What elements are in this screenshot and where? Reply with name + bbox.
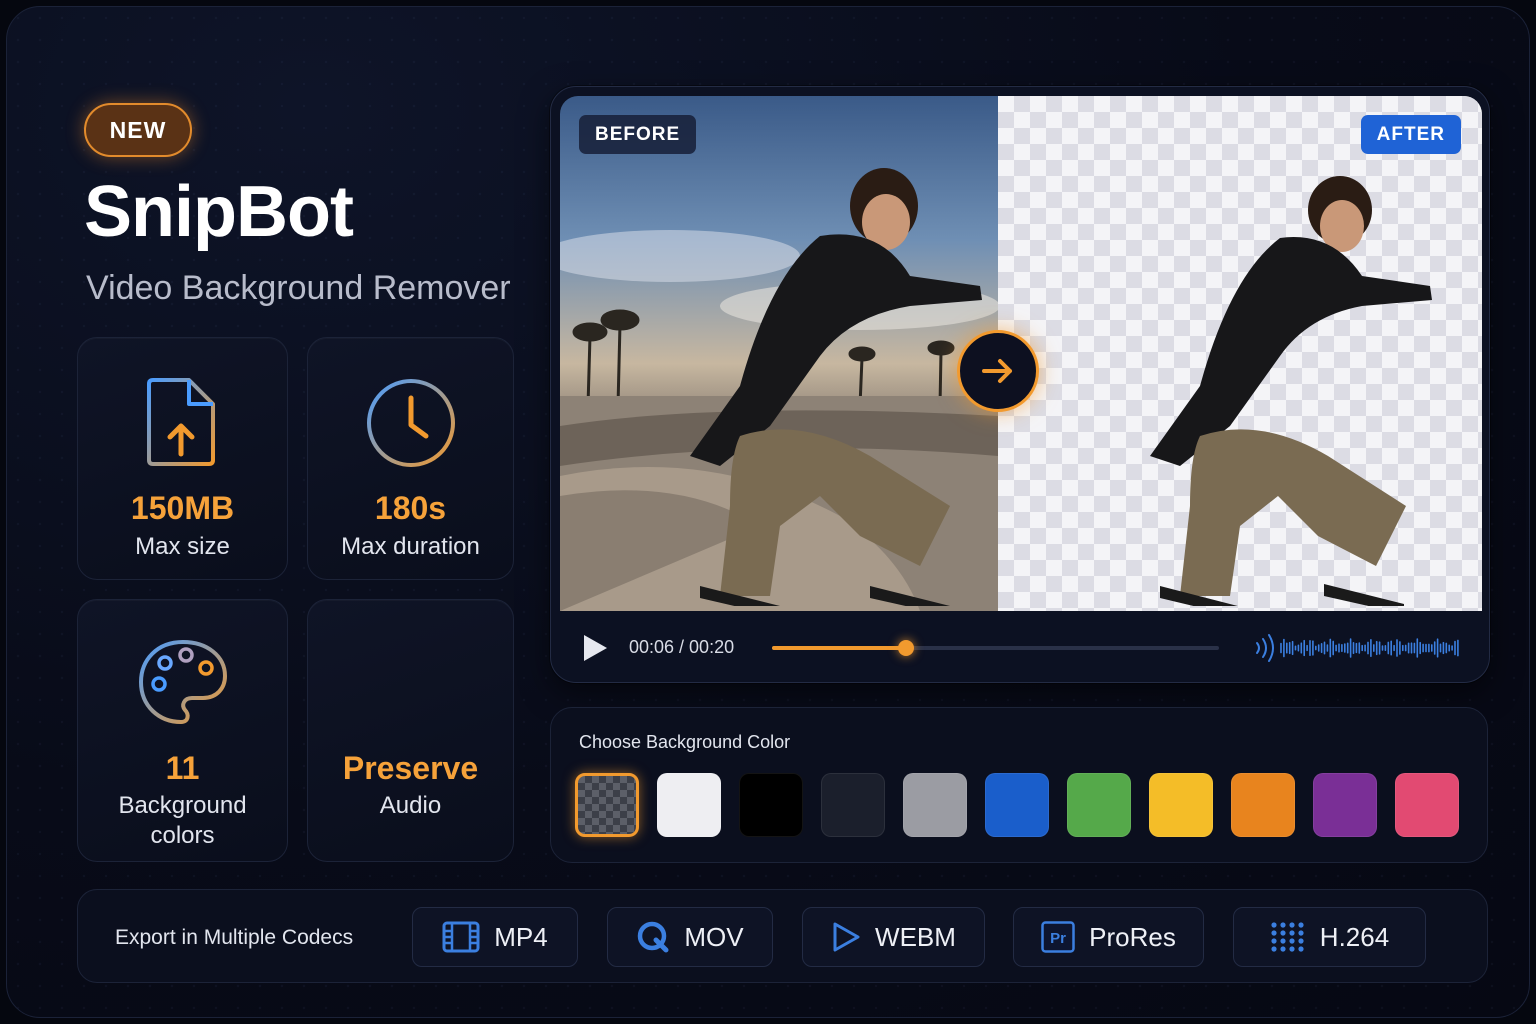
premiere-pro-icon: Pr: [1041, 921, 1075, 953]
play-outline-icon: [833, 922, 860, 952]
export-codecs-panel: Export in Multiple Codecs MP4 MOV WEBM P…: [77, 889, 1488, 983]
stat-label: Max size: [135, 533, 230, 560]
skater-after-image: [1150, 176, 1432, 606]
app-subtitle: Video Background Remover: [86, 269, 511, 307]
after-tag: AFTER: [1360, 115, 1461, 154]
audio-waveform-icon: [1256, 634, 1459, 662]
color-swatch[interactable]: [657, 773, 721, 837]
color-panel-title: Choose Background Color: [579, 732, 791, 752]
stat-card-max-size: 150MB Max size: [77, 337, 288, 580]
new-badge: NEW: [84, 103, 192, 157]
app-frame: NEW SnipBot Video Background Remover 150…: [6, 6, 1530, 1018]
color-swatch[interactable]: [1395, 773, 1459, 837]
stat-label-line1: Background: [118, 792, 247, 819]
file-upload-icon: [146, 378, 215, 466]
codec-mp4-button[interactable]: MP4: [412, 907, 578, 967]
stat-label-line2: colors: [150, 822, 215, 849]
before-tag: BEFORE: [579, 115, 697, 154]
progress-track[interactable]: [772, 640, 1219, 656]
arrow-right-icon: [982, 359, 1012, 383]
export-title: Export in Multiple Codecs: [115, 926, 354, 949]
waveform-icon: [364, 636, 459, 728]
stat-value: 180s: [374, 490, 447, 526]
color-swatch[interactable]: [1313, 773, 1377, 837]
codec-label: WEBM: [875, 921, 956, 952]
color-swatch[interactable]: [1067, 773, 1131, 837]
color-swatch[interactable]: [739, 773, 803, 837]
codec-label: ProRes: [1089, 921, 1176, 952]
color-swatch[interactable]: [1149, 773, 1213, 837]
video-player-controls: 00:06 / 00:20: [551, 611, 1491, 684]
stat-label: Audio: [379, 792, 442, 819]
film-icon: [442, 921, 480, 953]
app-title: SnipBot: [84, 172, 354, 252]
stat-value: 150MB: [130, 490, 235, 526]
stat-card-max-duration: 180s Max duration: [307, 337, 514, 580]
play-icon[interactable]: [581, 633, 609, 663]
playback-time: 00:06 / 00:20: [629, 637, 735, 657]
stat-card-preserve-audio: Preserve Audio: [307, 599, 514, 862]
codec-h264-button[interactable]: H.264: [1233, 907, 1426, 967]
color-swatch[interactable]: [985, 773, 1049, 837]
stat-value: Preserve: [342, 750, 479, 786]
color-swatch[interactable]: [903, 773, 967, 837]
color-swatch[interactable]: [821, 773, 885, 837]
palette-icon: [138, 640, 227, 724]
codec-webm-button[interactable]: WEBM: [802, 907, 985, 967]
codec-label: MP4: [494, 921, 548, 952]
stat-label: Max duration: [341, 533, 480, 560]
preview-panel: BEFORE AFTER 00:06 / 00:20: [550, 86, 1490, 683]
background-color-panel: Choose Background Color: [550, 707, 1488, 863]
video-area: BEFORE AFTER: [560, 96, 1482, 611]
stat-card-background-colors: 11 Background colors: [77, 599, 288, 862]
compare-arrow-button[interactable]: [957, 330, 1039, 412]
color-swatch[interactable]: [1231, 773, 1295, 837]
codec-prores-button[interactable]: Pr ProRes: [1013, 907, 1204, 967]
codec-mov-button[interactable]: MOV: [607, 907, 773, 967]
clock-icon: [366, 379, 455, 467]
progress-knob[interactable]: [898, 640, 915, 656]
codec-label: H.264: [1319, 921, 1390, 952]
progress-fill: [772, 646, 907, 650]
quicktime-icon: [638, 921, 669, 953]
codec-label: MOV: [684, 921, 744, 952]
skater-before-image: [690, 168, 982, 606]
stat-value: 11: [165, 750, 200, 786]
swatch-transparent[interactable]: [575, 773, 639, 837]
dot-grid-icon: [1271, 922, 1304, 952]
svg-text:Pr: Pr: [1050, 930, 1066, 947]
